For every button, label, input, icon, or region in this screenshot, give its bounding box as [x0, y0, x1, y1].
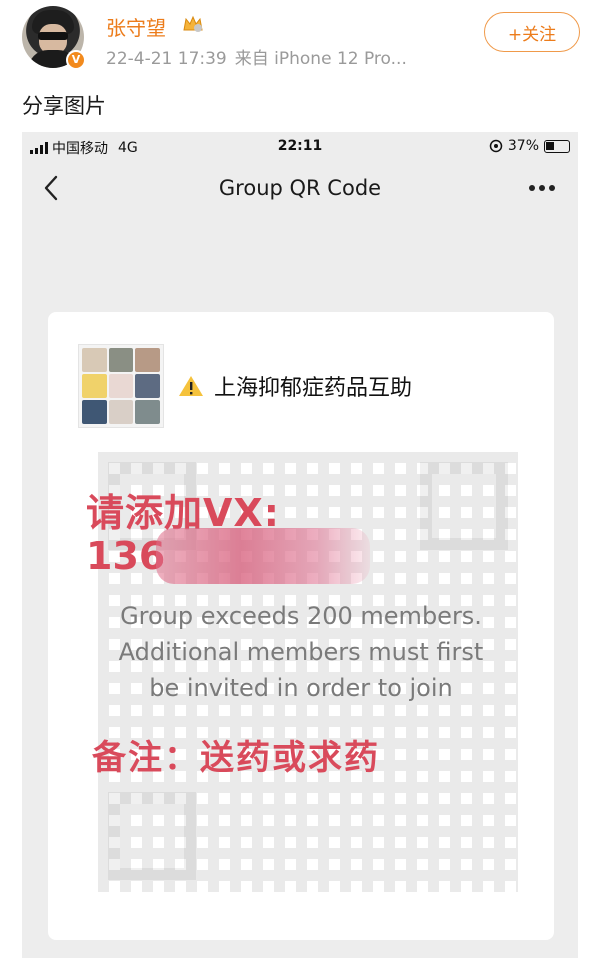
- phone-number: 136: [86, 534, 166, 578]
- warning-icon: [179, 376, 203, 396]
- info-line: be invited in order to join: [149, 674, 453, 702]
- battery-icon: [544, 139, 570, 153]
- username[interactable]: 张守望: [106, 12, 166, 41]
- note-text: 备注：送药或求药: [92, 738, 380, 778]
- post-source: 来自 iPhone 12 Pro...: [234, 49, 407, 69]
- follow-button[interactable]: +关注: [484, 12, 580, 52]
- nav-title: Group QR Code: [218, 176, 382, 200]
- battery-label: 37%: [507, 138, 539, 154]
- qr-finder: [420, 462, 508, 550]
- redaction-smudge: [156, 528, 370, 584]
- nav-bar: Group QR Code: [22, 168, 578, 212]
- info-line: Group exceeds 200 members.: [120, 602, 482, 630]
- group-name: 上海抑郁症药品互助: [214, 376, 413, 401]
- post-timestamp: 22-4-21 17:39: [106, 49, 227, 69]
- qr-finder: [108, 792, 196, 880]
- shared-screenshot[interactable]: 中国移动 4G 22:11 37% Group QR Code 上海抑郁症药品互…: [22, 132, 578, 958]
- info-line: Additional members must first: [118, 638, 484, 666]
- post-meta: 22-4-21 17:39 来自 iPhone 12 Pro...: [106, 44, 407, 69]
- more-icon[interactable]: [528, 184, 556, 192]
- group-avatar: [78, 344, 164, 428]
- post-text: 分享图片: [22, 94, 106, 118]
- avatar-glasses: [38, 32, 68, 40]
- qr-card: 上海抑郁症药品互助 请添加VX: 136 Group exceeds 200 m…: [48, 312, 554, 940]
- group-info: Group exceeds 200 members. Additional me…: [48, 598, 554, 706]
- verified-icon: V: [66, 50, 86, 70]
- status-bar: 中国移动 4G 22:11 37%: [22, 132, 578, 160]
- crown-icon: [183, 15, 203, 32]
- alarm-icon: [489, 139, 503, 153]
